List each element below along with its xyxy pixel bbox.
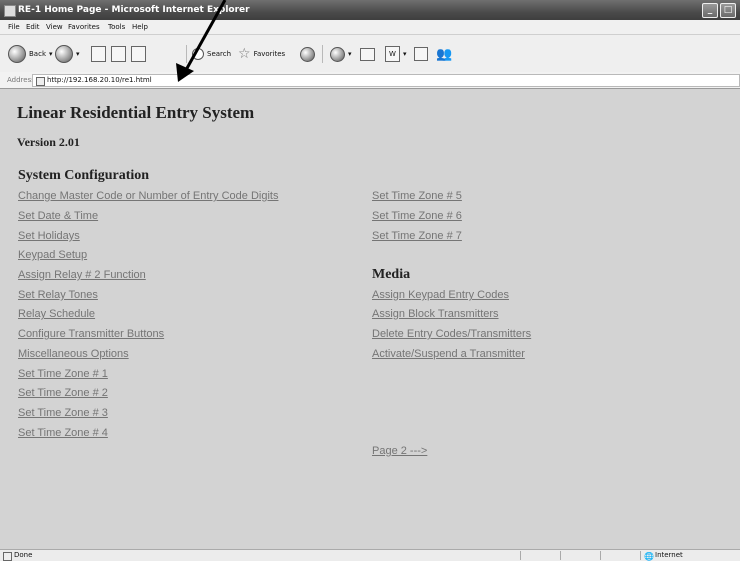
search-button[interactable]: Search <box>192 44 231 64</box>
stop-icon <box>91 46 106 62</box>
link-page-2[interactable]: Page 2 ---> <box>372 445 427 457</box>
menu-help[interactable]: Help <box>132 20 148 34</box>
status-bar: Done 🌐 Internet <box>0 549 740 561</box>
star-icon: ☆ <box>238 46 251 62</box>
search-icon <box>192 48 204 60</box>
discuss-button[interactable] <box>414 44 428 64</box>
address-url: http://192.168.20.10/re1.html <box>47 76 152 84</box>
ie-app-icon <box>4 5 16 17</box>
link-delete-entry-codes[interactable]: Delete Entry Codes/Transmitters <box>372 328 531 340</box>
browser-window: RE-1 Home Page - Microsoft Internet Expl… <box>0 0 740 561</box>
menu-file[interactable]: File <box>8 20 20 34</box>
history-icon <box>300 46 315 62</box>
link-time-zone-4[interactable]: Set Time Zone # 4 <box>18 427 108 439</box>
minimize-button[interactable]: _ <box>702 3 718 18</box>
refresh-icon <box>111 46 126 62</box>
page-content: Linear Residential Entry System Version … <box>0 89 740 549</box>
chevron-down-icon: ▾ <box>348 50 352 58</box>
search-label: Search <box>207 50 232 58</box>
system-configuration-heading: System Configuration <box>18 168 150 183</box>
favorites-label: Favorites <box>253 50 286 58</box>
link-set-relay-tones[interactable]: Set Relay Tones <box>18 289 98 301</box>
chevron-down-icon: ▾ <box>76 50 80 58</box>
zone-text: Internet <box>655 551 683 559</box>
title-bar: RE-1 Home Page - Microsoft Internet Expl… <box>0 0 740 20</box>
link-keypad-setup[interactable]: Keypad Setup <box>18 249 87 261</box>
edit-button[interactable]: W ▾ <box>385 44 407 64</box>
version-label: Version 2.01 <box>17 135 80 149</box>
link-assign-keypad-entry-codes[interactable]: Assign Keypad Entry Codes <box>372 289 509 301</box>
maximize-button[interactable]: □ <box>720 3 736 18</box>
window-title: RE-1 Home Page - Microsoft Internet Expl… <box>18 5 250 15</box>
link-time-zone-7[interactable]: Set Time Zone # 7 <box>372 230 462 242</box>
home-icon <box>131 46 146 62</box>
back-arrow-icon <box>8 45 26 63</box>
link-time-zone-3[interactable]: Set Time Zone # 3 <box>18 407 108 419</box>
link-relay-schedule[interactable]: Relay Schedule <box>18 308 95 320</box>
favorites-button[interactable]: ☆ Favorites <box>238 44 285 64</box>
page-title: Linear Residential Entry System <box>17 103 255 122</box>
mail-button[interactable]: ▾ <box>330 44 352 64</box>
messenger-button[interactable]: 👥 <box>436 44 452 64</box>
link-change-master-code[interactable]: Change Master Code or Number of Entry Co… <box>18 190 278 202</box>
toolbar: Back ▾ ▾ Search ☆ Favorites ▾ W ▾ 👥 <box>0 35 740 73</box>
address-bar: Address http://192.168.20.10/re1.html <box>0 72 740 89</box>
link-configure-transmitter-buttons[interactable]: Configure Transmitter Buttons <box>18 328 164 340</box>
chevron-down-icon: ▾ <box>403 50 407 58</box>
forward-arrow-icon <box>55 45 73 63</box>
globe-icon: 🌐 <box>644 552 654 561</box>
link-assign-block-transmitters[interactable]: Assign Block Transmitters <box>372 308 499 320</box>
menu-favorites[interactable]: Favorites <box>68 20 100 34</box>
link-time-zone-1[interactable]: Set Time Zone # 1 <box>18 368 108 380</box>
refresh-button[interactable] <box>111 44 126 64</box>
media-heading: Media <box>372 267 411 282</box>
home-button[interactable] <box>131 44 146 64</box>
address-input[interactable]: http://192.168.20.10/re1.html <box>32 74 740 87</box>
menu-tools[interactable]: Tools <box>108 20 125 34</box>
status-text: Done <box>14 551 33 559</box>
history-button[interactable] <box>300 44 315 64</box>
stop-button[interactable] <box>91 44 106 64</box>
discuss-icon <box>414 47 428 61</box>
link-time-zone-6[interactable]: Set Time Zone # 6 <box>372 210 462 222</box>
address-label: Address <box>7 76 35 84</box>
link-time-zone-5[interactable]: Set Time Zone # 5 <box>372 190 462 202</box>
link-set-holidays[interactable]: Set Holidays <box>18 230 80 242</box>
menu-view[interactable]: View <box>46 20 63 34</box>
print-icon <box>360 47 375 61</box>
back-button[interactable]: Back ▾ <box>8 44 53 64</box>
mail-icon <box>330 46 345 62</box>
print-button[interactable] <box>360 44 375 64</box>
link-miscellaneous-options[interactable]: Miscellaneous Options <box>18 348 129 360</box>
link-set-date-time[interactable]: Set Date & Time <box>18 210 98 222</box>
link-time-zone-2[interactable]: Set Time Zone # 2 <box>18 387 108 399</box>
word-icon: W <box>385 46 400 62</box>
page-icon <box>36 77 45 86</box>
link-assign-relay-2[interactable]: Assign Relay # 2 Function <box>18 269 146 281</box>
forward-button[interactable]: ▾ <box>55 44 80 64</box>
back-label: Back <box>29 50 46 58</box>
chevron-down-icon: ▾ <box>49 50 53 58</box>
messenger-icon: 👥 <box>436 46 453 62</box>
menu-edit[interactable]: Edit <box>26 20 40 34</box>
link-activate-suspend-transmitter[interactable]: Activate/Suspend a Transmitter <box>372 348 525 360</box>
menu-bar: File Edit View Favorites Tools Help <box>0 20 740 35</box>
